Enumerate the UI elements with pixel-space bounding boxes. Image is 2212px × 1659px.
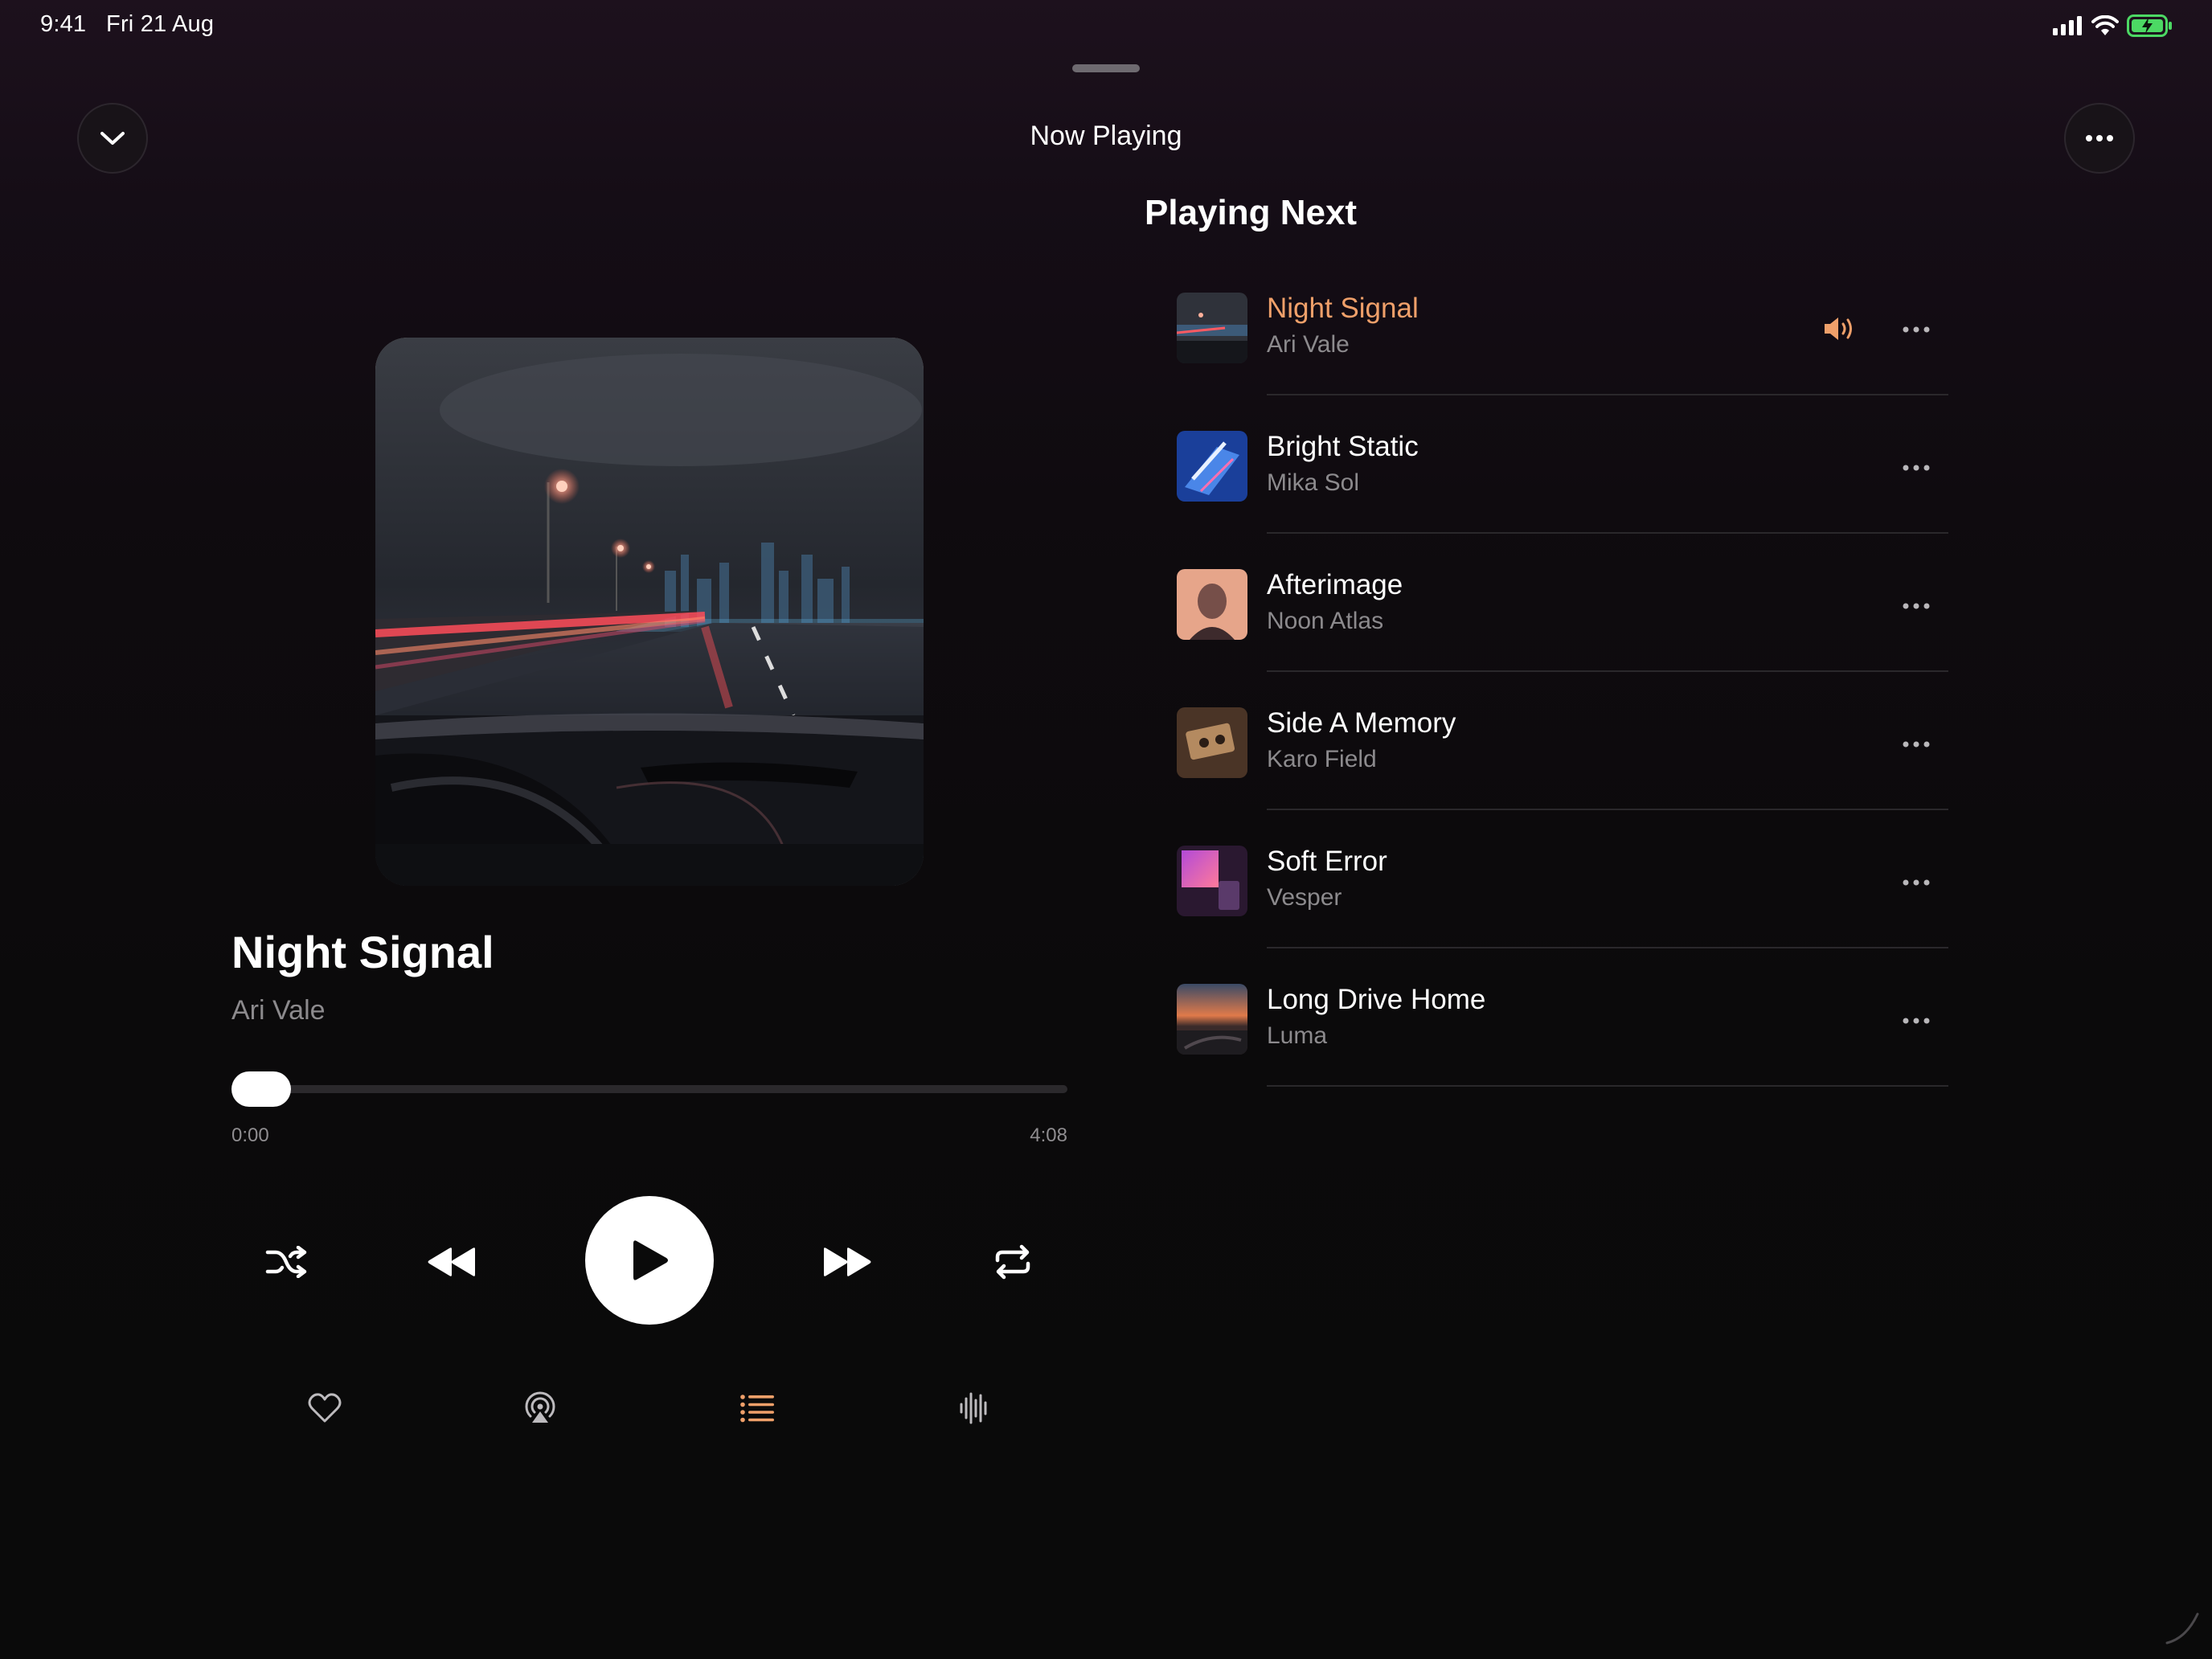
queue-item-long-drive-home[interactable]: Long Drive Home Luma [1177, 981, 1948, 1119]
row-divider [1267, 947, 1948, 948]
airplay-icon [525, 1391, 555, 1423]
queue-item-side-a-memory[interactable]: Side A Memory Karo Field [1177, 704, 1948, 842]
ellipsis-icon [2086, 135, 2113, 141]
queue-item-artist: Noon Atlas [1267, 608, 1384, 634]
queue-thumbnail [1177, 707, 1247, 778]
row-divider [1267, 809, 1948, 810]
play-icon [633, 1240, 668, 1280]
list-icon [740, 1395, 774, 1423]
backward-icon [428, 1247, 475, 1276]
queue-item-artist: Luma [1267, 1022, 1328, 1049]
queue-thumbnail [1177, 569, 1247, 640]
ellipsis-icon [1903, 741, 1930, 748]
sheet-grabber[interactable] [1072, 64, 1140, 72]
queue-thumbnail [1177, 293, 1247, 363]
progress-scrubber-thumb[interactable] [231, 1071, 291, 1107]
heart-icon [308, 1393, 342, 1423]
ellipsis-icon [1903, 603, 1930, 609]
forward-icon [824, 1247, 871, 1276]
cellular-signal-icon [2053, 16, 2082, 35]
collapse-button[interactable] [77, 103, 148, 174]
queue-item-title: Long Drive Home [1267, 984, 1486, 1015]
queue-item-more-button[interactable] [1892, 1005, 1940, 1037]
now-playing-artist[interactable]: Ari Vale [231, 995, 326, 1026]
queue-item-title: Bright Static [1267, 431, 1419, 462]
repeat-button[interactable] [981, 1230, 1045, 1294]
queue-item-afterimage[interactable]: Afterimage Noon Atlas [1177, 566, 1948, 704]
row-divider [1267, 1085, 1948, 1087]
queue-item-title: Afterimage [1267, 569, 1403, 600]
queue-item-title: Night Signal [1267, 293, 1419, 324]
page-title: Now Playing [1030, 121, 1182, 151]
chevron-down-icon [100, 132, 125, 145]
shuffle-button[interactable] [254, 1230, 318, 1294]
total-duration: 4:08 [1030, 1124, 1067, 1146]
row-divider [1267, 394, 1948, 395]
status-time: 9:41 [40, 11, 87, 37]
favorite-button[interactable] [301, 1384, 349, 1432]
waveform-icon [960, 1392, 987, 1424]
now-playing-speaker-icon [1820, 310, 1860, 347]
status-indicators [2053, 14, 2173, 37]
queue-item-more-button[interactable] [1892, 452, 1940, 484]
queue-thumbnail [1177, 984, 1247, 1055]
queue-heading: Playing Next [1145, 193, 1358, 232]
shuffle-icon [265, 1246, 307, 1278]
row-divider [1267, 670, 1948, 672]
queue-item-artist: Ari Vale [1267, 331, 1350, 358]
airplay-button[interactable] [516, 1384, 564, 1432]
queue-item-soft-error[interactable]: Soft Error Vesper [1177, 842, 1948, 981]
ellipsis-icon [1903, 879, 1930, 886]
queue-item-more-button[interactable] [1892, 590, 1940, 622]
queue-item-title: Soft Error [1267, 846, 1387, 877]
queue-item-artist: Karo Field [1267, 746, 1377, 772]
album-artwork [375, 338, 924, 886]
elapsed-time: 0:00 [231, 1124, 269, 1146]
queue-item-artist: Vesper [1267, 884, 1342, 911]
resize-corner-handle[interactable] [2162, 1608, 2202, 1648]
queue-item-more-button[interactable] [1892, 866, 1940, 899]
queue-button[interactable] [733, 1384, 781, 1432]
progress-track[interactable] [231, 1085, 1067, 1093]
status-bar-clock: 9:41 Fri 21 Aug [40, 11, 214, 38]
queue-item-night-signal[interactable]: Night Signal Ari Vale [1177, 289, 1948, 428]
queue-item-more-button[interactable] [1892, 313, 1940, 346]
queue-item-title: Side A Memory [1267, 707, 1456, 739]
ellipsis-icon [1903, 465, 1930, 471]
queue-item-more-button[interactable] [1892, 728, 1940, 760]
wifi-icon [2091, 15, 2119, 35]
repeat-icon [995, 1244, 1030, 1280]
queue-thumbnail [1177, 431, 1247, 502]
now-playing-title: Night Signal [231, 927, 494, 977]
queue-item-bright-static[interactable]: Bright Static Mika Sol [1177, 428, 1948, 566]
queue-item-artist: Mika Sol [1267, 469, 1360, 496]
ellipsis-icon [1903, 326, 1930, 333]
more-options-button[interactable] [2064, 103, 2135, 174]
play-button[interactable] [585, 1196, 714, 1325]
next-track-button[interactable] [813, 1222, 881, 1302]
battery-charging-icon [2127, 14, 2172, 37]
queue-list: Night Signal Ari Vale Bright Static Mika… [1177, 289, 1948, 1119]
status-date: Fri 21 Aug [106, 11, 215, 37]
waveform-button[interactable] [950, 1384, 998, 1432]
previous-track-button[interactable] [418, 1222, 485, 1302]
row-divider [1267, 532, 1948, 534]
album-artwork-image [375, 338, 924, 886]
queue-thumbnail [1177, 846, 1247, 916]
ellipsis-icon [1903, 1018, 1930, 1024]
